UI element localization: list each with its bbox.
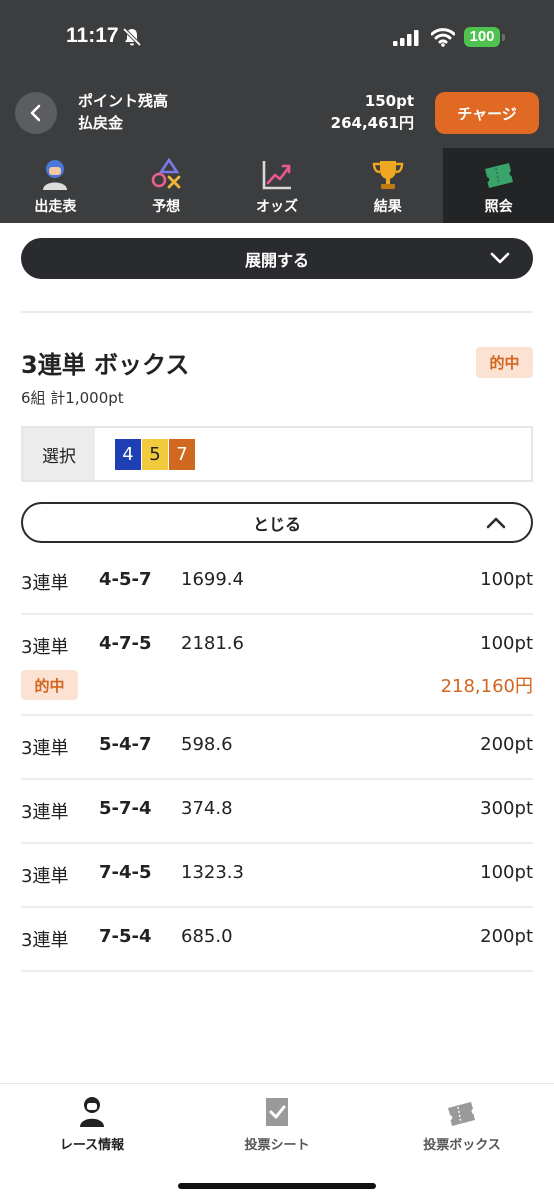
bet-amount: 100pt — [480, 862, 533, 883]
expand-button[interactable]: 展開する — [21, 238, 533, 279]
bet-type: 3連単 — [21, 866, 69, 887]
chart-icon — [262, 161, 291, 190]
bet-row-hit: 3連単 4-7-5 2181.6 100pt 的中 218,160円 — [21, 615, 533, 716]
horse-number: 5 — [142, 438, 168, 470]
bet-amount: 300pt — [480, 798, 533, 819]
status-bar: 11:17 100 — [0, 0, 554, 72]
selection-label: 選択 — [23, 428, 95, 480]
selection-box: 選択 4 5 7 — [21, 426, 533, 482]
close-label: とじる — [252, 514, 301, 534]
bet-type: 3連単 — [21, 738, 69, 759]
refund-label: 払戻金 — [78, 114, 124, 132]
nav-label: 投票ボックス — [423, 1138, 501, 1153]
bet-row: 3連単 7-5-4 685.0 200pt — [21, 908, 533, 972]
bet-inquiry-content: 展開する 3連単 ボックス 的中 6組 計1,000pt 選択 4 5 7 とじ… — [0, 238, 554, 972]
tab-label: 出走表 — [34, 199, 77, 215]
horse-number: 7 — [169, 438, 195, 470]
bet-combination: 7-5-4 — [99, 926, 152, 947]
selected-numbers: 4 5 7 — [95, 428, 196, 480]
bet-type: 3連単 — [21, 802, 69, 823]
nav-race-info[interactable]: レース情報 — [12, 1096, 172, 1153]
bet-type: 3連単 — [21, 637, 69, 658]
nav-bet-box[interactable]: 投票ボックス — [382, 1096, 542, 1153]
status-time: 11:17 — [66, 24, 119, 47]
jockey-icon — [43, 160, 68, 190]
bet-row: 3連単 5-7-4 374.8 300pt — [21, 780, 533, 844]
bet-combination: 7-4-5 — [99, 862, 152, 883]
bet-combination: 4-5-7 — [99, 569, 152, 590]
bet-combination: 5-4-7 — [99, 734, 152, 755]
bet-combination: 5-7-4 — [99, 798, 152, 819]
horse-number: 4 — [115, 438, 141, 470]
bet-type: 3連単 — [21, 573, 69, 594]
payout-amount: 218,160円 — [440, 676, 533, 697]
bet-amount: 100pt — [480, 569, 533, 590]
shapes-icon — [151, 158, 181, 189]
tab-prediction[interactable]: 予想 — [111, 148, 222, 223]
hit-badge: 的中 — [476, 347, 533, 378]
ticket-icon — [484, 163, 513, 188]
app-header: 11:17 100 ポイント残高 払戻金 150pt 264,461円 チャージ — [0, 0, 554, 148]
bet-amount: 100pt — [480, 633, 533, 654]
nav-label: レース情報 — [59, 1138, 125, 1153]
bet-odds: 374.8 — [181, 798, 233, 819]
bet-type: 3連単 — [21, 930, 69, 951]
bet-odds: 1323.3 — [181, 862, 244, 883]
bet-odds: 1699.4 — [181, 569, 244, 590]
jockey-icon — [80, 1097, 104, 1127]
bet-amount: 200pt — [480, 926, 533, 947]
tab-label: 照会 — [484, 199, 513, 215]
bet-group-summary: 6組 計1,000pt — [21, 389, 124, 407]
balance-row: ポイント残高 払戻金 150pt 264,461円 チャージ — [0, 72, 554, 148]
bet-row: 3連単 5-4-7 598.6 200pt — [21, 716, 533, 780]
charge-button[interactable]: チャージ — [435, 92, 539, 134]
back-button[interactable] — [15, 92, 57, 134]
chevron-down-icon — [490, 252, 510, 264]
bet-amount: 200pt — [480, 734, 533, 755]
race-tab-bar: 出走表 予想 オッズ 結果 照会 — [0, 148, 554, 223]
signal-icon — [393, 30, 419, 46]
point-balance-label: ポイント残高 — [78, 92, 169, 110]
section-divider — [21, 311, 533, 313]
bet-group-title: 3連単 ボックス — [21, 351, 190, 379]
chevron-left-icon — [30, 104, 41, 122]
tab-results[interactable]: 結果 — [332, 148, 443, 223]
checksheet-icon — [266, 1098, 288, 1126]
wifi-icon — [431, 28, 455, 47]
balance-labels: ポイント残高 払戻金 — [78, 90, 168, 134]
tickets-icon — [448, 1102, 475, 1126]
bet-odds: 598.6 — [181, 734, 233, 755]
bet-combination: 4-7-5 — [99, 633, 152, 654]
hit-badge: 的中 — [21, 670, 78, 700]
nav-label: 投票シート — [244, 1138, 310, 1153]
tab-odds[interactable]: オッズ — [222, 148, 333, 223]
bell-muted-icon — [122, 27, 142, 47]
bet-odds: 2181.6 — [181, 633, 244, 654]
tab-label: 予想 — [152, 199, 181, 215]
point-balance-value: 150pt — [364, 92, 414, 110]
bet-list: 3連単 4-5-7 1699.4 100pt 3連単 4-7-5 2181.6 … — [21, 551, 533, 972]
battery-indicator: 100 — [464, 27, 505, 47]
refund-value: 264,461円 — [330, 114, 414, 132]
trophy-icon — [372, 161, 403, 189]
tab-label: オッズ — [255, 199, 298, 215]
chevron-up-icon — [486, 517, 506, 529]
bet-row: 3連単 7-4-5 1323.3 100pt — [21, 844, 533, 908]
bet-row: 3連単 4-5-7 1699.4 100pt — [21, 551, 533, 615]
home-indicator — [178, 1183, 376, 1189]
close-button[interactable]: とじる — [21, 502, 533, 543]
expand-label: 展開する — [244, 250, 309, 270]
balance-values: 150pt 264,461円 — [331, 90, 414, 134]
tab-entries[interactable]: 出走表 — [0, 148, 111, 223]
tab-label: 結果 — [373, 199, 402, 215]
tab-inquiry[interactable]: 照会 — [443, 148, 554, 223]
bet-odds: 685.0 — [181, 926, 233, 947]
bet-group-header: 3連単 ボックス 的中 — [21, 345, 533, 379]
nav-bet-sheet[interactable]: 投票シート — [197, 1096, 357, 1153]
